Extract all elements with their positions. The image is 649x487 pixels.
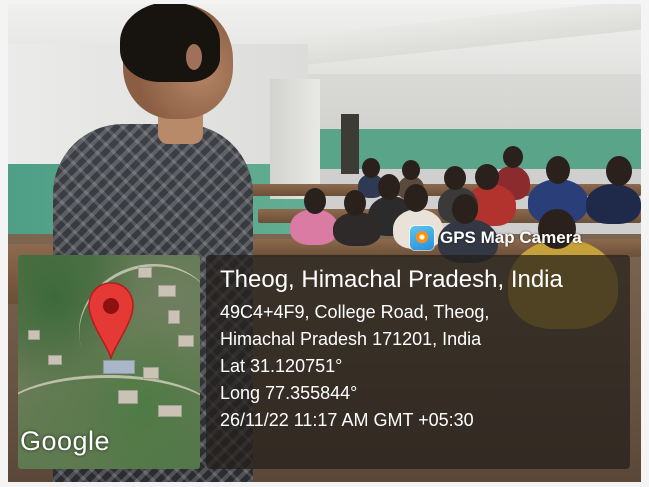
student-head: [606, 156, 632, 186]
student-head: [503, 146, 523, 168]
map-building: [168, 310, 180, 324]
map-building: [103, 360, 135, 374]
map-building: [28, 330, 40, 340]
longitude: Long 77.355844°: [220, 383, 358, 403]
location-pin-icon: [88, 282, 134, 360]
google-attribution: Google: [20, 426, 111, 456]
map-building: [143, 367, 159, 379]
map-building: [48, 355, 62, 365]
app-name: GPS Map Camera: [440, 228, 582, 247]
student: [586, 184, 641, 224]
map-thumbnail: Google: [18, 255, 200, 469]
doorway: [341, 114, 359, 174]
map-building: [118, 390, 138, 404]
student-head: [304, 188, 326, 214]
student: [333, 212, 381, 246]
latitude: Lat 31.120751°: [220, 356, 343, 376]
datetime: 26/11/22 11:17 AM GMT +05:30: [220, 410, 474, 430]
location-title: Theog, Himachal Pradesh, India: [220, 266, 563, 293]
pillar: [270, 79, 320, 199]
teacher-hair: [120, 4, 220, 82]
gps-map-camera-tag: GPS Map Camera: [404, 224, 588, 252]
map-building: [178, 335, 194, 347]
map-building: [158, 405, 182, 417]
student-head: [475, 164, 499, 190]
student-head: [378, 174, 400, 200]
address-line-1: 49C4+4F9, College Road, Theog,: [220, 302, 490, 322]
location-info-panel: Theog, Himachal Pradesh, India 49C4+4F9,…: [206, 255, 630, 469]
student-head: [362, 158, 380, 178]
map-building: [158, 285, 176, 297]
student: [290, 209, 338, 245]
student-head: [452, 194, 478, 224]
map-building: [138, 267, 152, 278]
teacher-ear: [186, 44, 202, 70]
gps-map-camera-icon: [410, 226, 434, 250]
student-head: [402, 160, 420, 180]
student-head: [444, 166, 466, 190]
student-head: [344, 190, 366, 216]
screenshot-frame: GPS Map Camera Google Theog, Himachal Pr…: [0, 0, 649, 487]
student-head: [404, 184, 428, 212]
address-line-2: Himachal Pradesh 171201, India: [220, 329, 482, 349]
student-head: [546, 156, 570, 184]
